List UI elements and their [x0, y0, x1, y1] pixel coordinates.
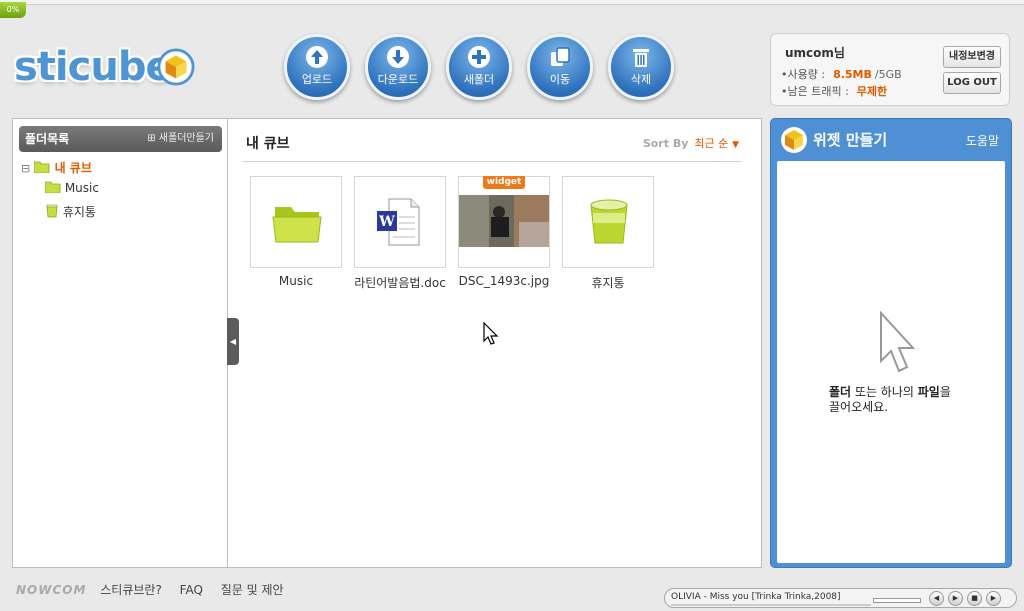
usage-value: 8.5MB — [833, 68, 872, 81]
file-item-doc[interactable]: W 라틴어발음법.doc — [354, 176, 446, 291]
file-thumbnail — [250, 176, 342, 268]
file-item-image[interactable]: widget DSC_1493c.jpg — [458, 176, 550, 288]
file-thumbnail — [562, 176, 654, 268]
progress-badge: 0% — [0, 2, 26, 18]
tree-item-label: Music — [64, 181, 99, 195]
drop-text-drag: 끌어오세요. — [829, 400, 889, 414]
logo-text: sticube — [14, 44, 173, 90]
tree-item-music[interactable]: Music — [44, 181, 99, 195]
user-name: umcom님 — [785, 46, 845, 60]
widget-panel: 위젯 만들기 도움말 폴더 또는 하나의 파일을 끌어오세요. — [770, 118, 1012, 568]
widget-panel-title: 위젯 만들기 — [813, 131, 888, 149]
folder-list-header: 폴더목록 ⊞ 새폴더만들기 — [19, 126, 222, 152]
trash-icon — [633, 49, 649, 67]
tree-item-trash[interactable]: 휴지통 — [45, 203, 96, 220]
file-item-music[interactable]: Music — [250, 176, 342, 288]
cube-icon — [781, 127, 807, 153]
widget-badge: widget — [483, 176, 525, 189]
download-button[interactable]: 다운로드 — [365, 34, 431, 100]
delete-button[interactable]: 삭제 — [608, 34, 674, 100]
drop-text-folder: 폴더 — [829, 385, 852, 399]
tree-item-my-cube[interactable]: ⊟ 내 큐브 — [21, 159, 92, 176]
folder-icon — [44, 181, 61, 194]
new-folder-label: 새폴더 — [463, 73, 495, 86]
tree-item-label: 휴지통 — [62, 205, 96, 219]
sort-label: Sort By — [642, 137, 689, 150]
logout-button[interactable]: LOG OUT — [943, 72, 1001, 94]
word-doc-icon: W — [377, 198, 420, 246]
drop-text-or: 또는 하나의 — [851, 385, 918, 399]
cursor-hint-icon — [880, 311, 916, 373]
folder-list-title: 폴더목록 — [25, 132, 70, 146]
song-title: OLIVIA - Miss you [Trinka Trinka,2008] — [671, 591, 871, 606]
prev-button[interactable]: ◀ — [929, 591, 944, 606]
upload-label: 업로드 — [301, 73, 333, 86]
stop-button[interactable]: ■ — [967, 591, 982, 606]
collapse-toggle-icon[interactable]: ⊟ — [21, 162, 30, 175]
footer: NOWCOM 스티큐브란? FAQ 질문 및 제안 — [16, 581, 298, 598]
cube-logo-icon — [157, 48, 195, 86]
footer-link-faq[interactable]: FAQ — [180, 583, 203, 597]
main-toolbar: 업로드 다운로드 새폴더 이동 삭제 — [284, 34, 684, 104]
music-player: OLIVIA - Miss you [Trinka Trinka,2008] ◀… — [664, 588, 1017, 608]
sort-control[interactable]: Sort By 최근 순 ▼ — [643, 135, 739, 151]
trash-bin-icon — [46, 204, 58, 218]
user-info-box: umcom님 •사용량 : 8.5MB/5GB •남은 트래픽 : 무제한 내정보변… — [770, 33, 1010, 106]
drop-text-file: 파일 — [917, 385, 940, 399]
svg-text:W: W — [378, 214, 395, 230]
download-label: 다운로드 — [377, 73, 419, 86]
mouse-cursor-icon — [483, 322, 499, 345]
drop-text-particle: 을 — [939, 385, 951, 399]
collapse-sidebar-handle[interactable]: ◀ — [227, 318, 239, 365]
new-folder-link-label: 새폴더만들기 — [158, 133, 214, 144]
sort-value: 최근 순 — [694, 137, 729, 150]
file-thumbnail: widget — [458, 176, 550, 268]
volume-slider[interactable] — [873, 598, 921, 603]
traffic-label: •남은 트래픽 : — [781, 85, 849, 98]
upload-button[interactable]: 업로드 — [284, 34, 350, 100]
file-thumbnail: W — [354, 176, 446, 268]
move-icon — [551, 47, 570, 66]
arrow-down-icon — [387, 46, 409, 68]
folder-icon — [272, 207, 322, 243]
file-name: 휴지통 — [591, 276, 625, 290]
move-button[interactable]: 이동 — [527, 34, 593, 100]
nowcom-logo[interactable]: NOWCOM — [16, 583, 86, 597]
folder-list-panel: 폴더목록 ⊞ 새폴더만들기 ⊟ 내 큐브 Music 휴지통 — [12, 118, 227, 568]
file-name: DSC_1493c.jpg — [458, 274, 550, 288]
footer-link-about[interactable]: 스티큐브란? — [100, 583, 162, 597]
file-name: Music — [278, 274, 314, 288]
widget-drop-zone[interactable]: 폴더 또는 하나의 파일을 끌어오세요. — [777, 161, 1005, 563]
move-label: 이동 — [549, 73, 571, 86]
traffic-row: •남은 트래픽 : 무제한 — [781, 83, 887, 99]
tree-item-label: 내 큐브 — [54, 161, 92, 175]
photo-thumbnail-image — [459, 195, 549, 247]
new-folder-button[interactable]: 새폴더 — [446, 34, 512, 100]
traffic-value: 무제한 — [856, 85, 888, 98]
widget-help-link[interactable]: 도움말 — [966, 132, 999, 149]
sticube-logo[interactable]: sticube — [14, 44, 195, 92]
edit-profile-button[interactable]: 내정보변경 — [943, 46, 1001, 68]
sort-dropdown-icon: ▼ — [732, 140, 739, 150]
current-folder-title: 내 큐브 — [246, 136, 290, 152]
header-divider — [242, 161, 742, 162]
arrow-up-icon — [306, 46, 328, 68]
next-button[interactable]: ▶ — [986, 591, 1001, 606]
usage-total: /5GB — [874, 68, 902, 81]
usage-row: •사용량 : 8.5MB/5GB — [781, 66, 902, 82]
file-name: 라틴어발음법.doc — [354, 276, 446, 290]
new-folder-link[interactable]: ⊞ 새폴더만들기 — [147, 126, 214, 152]
usage-label: •사용량 : — [781, 68, 826, 81]
drop-instruction: 폴더 또는 하나의 파일을 끌어오세요. — [829, 385, 989, 415]
trash-bin-icon — [590, 199, 628, 244]
top-bar — [0, 0, 1024, 5]
file-item-trash[interactable]: 휴지통 — [562, 176, 654, 291]
footer-link-feedback[interactable]: 질문 및 제안 — [221, 583, 284, 597]
delete-label: 삭제 — [630, 73, 652, 86]
plus-icon — [468, 46, 490, 68]
play-button[interactable]: ▶ — [948, 591, 963, 606]
folder-open-icon — [34, 161, 50, 174]
